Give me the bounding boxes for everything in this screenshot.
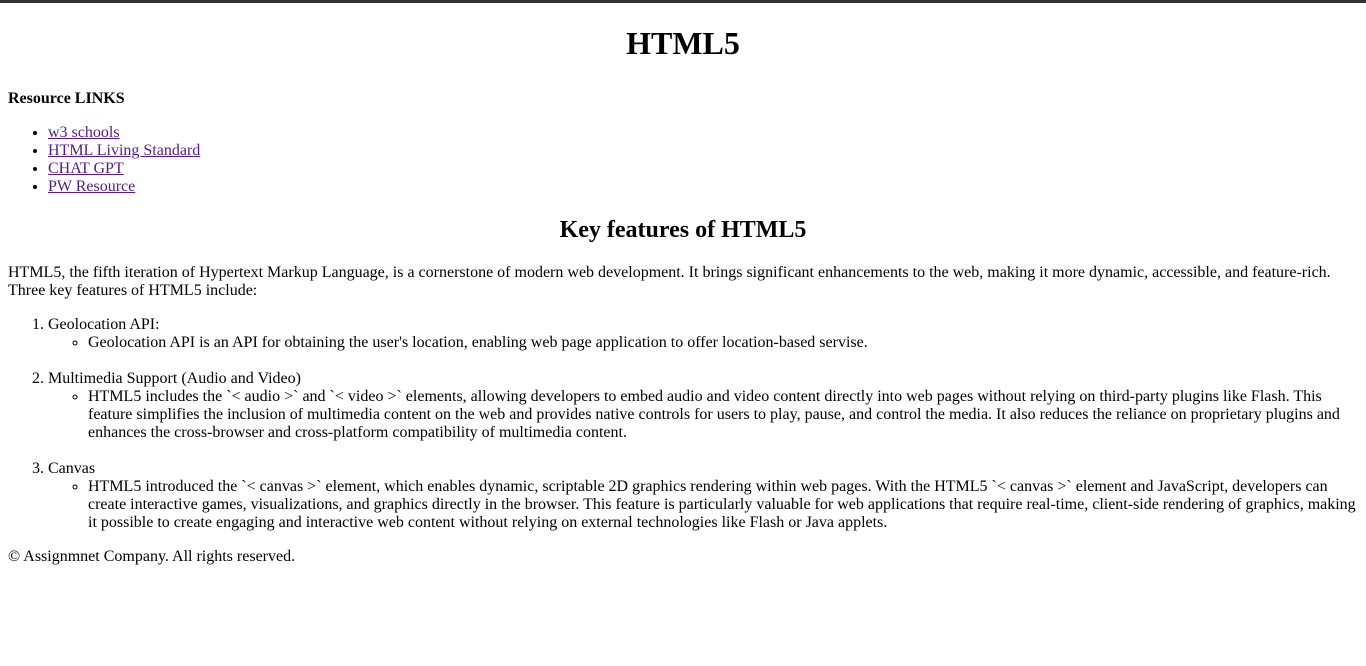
resource-link-item: w3 schools	[48, 124, 1358, 142]
resource-links-heading: Resource LINKS	[8, 90, 125, 107]
resource-link-item: PW Resource	[48, 178, 1358, 196]
link-html-living-standard[interactable]: HTML Living Standard	[48, 142, 200, 159]
features-list: Geolocation API: Geolocation API is an A…	[8, 316, 1358, 532]
page-title: HTML5	[626, 25, 740, 61]
feature-title: Geolocation API:	[48, 316, 160, 333]
copyright-footer: © Assignmnet Company. All rights reserve…	[8, 548, 296, 565]
link-chat-gpt[interactable]: CHAT GPT	[48, 160, 124, 177]
feature-detail-list: HTML5 introduced the `< canvas >` elemen…	[48, 478, 1358, 532]
resource-link-item: CHAT GPT	[48, 160, 1358, 178]
feature-title: Multimedia Support (Audio and Video)	[48, 370, 301, 387]
features-heading: Key features of HTML5	[559, 217, 807, 243]
feature-detail-list: HTML5 includes the `< audio >` and `< vi…	[48, 388, 1358, 442]
feature-title: Canvas	[48, 460, 96, 477]
feature-item-multimedia: Multimedia Support (Audio and Video) HTM…	[48, 370, 1358, 442]
feature-detail: HTML5 includes the `< audio >` and `< vi…	[88, 388, 1358, 442]
page-body: HTML5 Resource LINKS w3 schools HTML Liv…	[0, 25, 1366, 566]
top-border	[0, 0, 1366, 3]
features-intro: HTML5, the fifth iteration of Hypertext …	[8, 264, 1331, 299]
feature-detail: Geolocation API is an API for obtaining …	[88, 334, 1358, 352]
feature-item-canvas: Canvas HTML5 introduced the `< canvas >`…	[48, 460, 1358, 532]
link-w3-schools[interactable]: w3 schools	[48, 124, 120, 141]
resource-link-item: HTML Living Standard	[48, 142, 1358, 160]
feature-detail-list: Geolocation API is an API for obtaining …	[48, 334, 1358, 352]
feature-detail: HTML5 introduced the `< canvas >` elemen…	[88, 478, 1358, 532]
resource-links-list: w3 schools HTML Living Standard CHAT GPT…	[8, 124, 1358, 196]
link-pw-resource[interactable]: PW Resource	[48, 178, 135, 195]
feature-item-geolocation: Geolocation API: Geolocation API is an A…	[48, 316, 1358, 352]
